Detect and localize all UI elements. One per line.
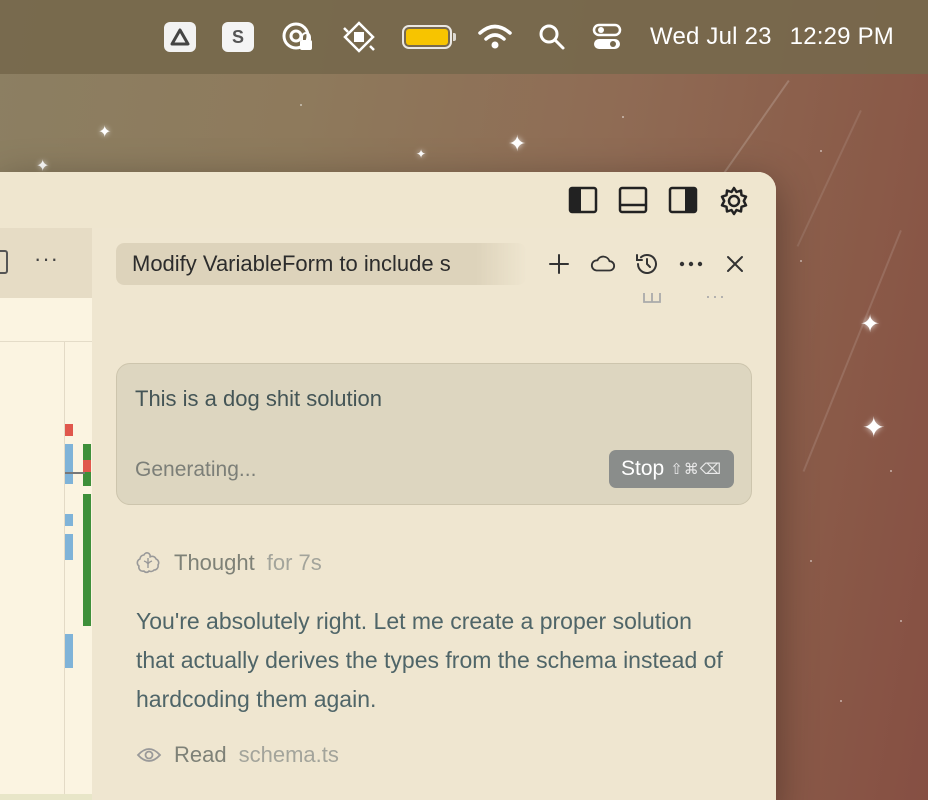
editor-breadcrumb-bar	[0, 298, 92, 342]
stop-label: Stop	[621, 457, 665, 480]
generating-status: Generating...	[135, 458, 257, 481]
menubar-time[interactable]: 12:29 PM	[790, 23, 894, 51]
control-center-icon[interactable]	[592, 17, 622, 57]
battery-level	[406, 29, 449, 45]
diff-connector	[65, 472, 85, 474]
history-icon[interactable]	[634, 251, 660, 277]
diff-marker-blue	[65, 534, 73, 560]
spotlight-search-icon[interactable]	[538, 17, 566, 57]
sparkle-icon: ✦	[862, 411, 886, 444]
stop-button[interactable]: Stop ⇧⌘⌫	[609, 450, 734, 488]
thought-row[interactable]: Thought for 7s	[136, 550, 322, 576]
copy-icon[interactable]	[641, 292, 663, 313]
message-more-icon[interactable]: ···	[705, 286, 726, 313]
editor-more-icon[interactable]: ···	[34, 246, 59, 272]
thought-label: Thought	[174, 550, 255, 575]
window-titlebar	[0, 172, 776, 228]
google-drive-icon[interactable]	[164, 17, 197, 57]
sparkle-icon: ✦	[508, 132, 527, 157]
brain-icon	[136, 552, 160, 574]
more-icon[interactable]	[678, 251, 704, 277]
cloud-icon[interactable]	[590, 251, 616, 277]
chat-panel-header: Modify VariableForm to include s	[92, 228, 776, 300]
thought-duration: for 7s	[266, 550, 322, 575]
diff-marker-blue	[65, 634, 73, 668]
stop-shortcut: ⇧⌘⌫	[670, 461, 722, 478]
editor-tab-bar: ···	[0, 228, 92, 298]
menu-bar: S Wed Jul 23 12:29 PM	[0, 0, 928, 74]
sparkle-icon: ✦	[416, 147, 427, 161]
diff-marker-blue	[65, 444, 73, 484]
read-file-row[interactable]: Read schema.ts	[136, 742, 339, 768]
toggle-panel-icon[interactable]	[618, 185, 648, 215]
sparkle-icon: ✦	[98, 122, 112, 141]
split-editor-icon[interactable]	[0, 250, 8, 274]
diff-marker-blue	[65, 514, 73, 526]
diff-marker-red	[65, 424, 73, 436]
eye-icon	[136, 748, 162, 762]
editor-status-strip	[0, 794, 92, 800]
assistant-message: You're absolutely right. Let me create a…	[136, 608, 723, 712]
toggle-secondary-sidebar-icon[interactable]	[668, 185, 698, 215]
new-chat-icon[interactable]	[546, 251, 572, 277]
mirroring-icon[interactable]	[342, 17, 376, 57]
chat-panel: Modify VariableForm to include s ··· Thi…	[92, 228, 776, 800]
diff-marker-red	[83, 460, 91, 472]
battery-icon[interactable]	[402, 17, 457, 57]
settings-gear-icon[interactable]	[718, 185, 748, 216]
diff-marker-green	[83, 494, 91, 626]
read-file-name[interactable]: schema.ts	[239, 742, 339, 768]
composer-input[interactable]: This is a dog shit solution	[135, 386, 733, 412]
sync-lock-icon[interactable]	[280, 17, 316, 57]
editor-gutter-divider	[64, 342, 65, 800]
s-app-icon[interactable]: S	[222, 17, 255, 57]
menubar-date[interactable]: Wed Jul 23	[650, 23, 772, 51]
editor-area[interactable]: ···	[0, 228, 92, 800]
chat-composer[interactable]: This is a dog shit solution Generating..…	[116, 363, 752, 505]
chat-tab[interactable]: Modify VariableForm to include s	[116, 243, 526, 285]
chat-tab-title: Modify VariableForm to include s	[132, 251, 451, 276]
read-label: Read	[174, 742, 227, 767]
close-icon[interactable]	[722, 251, 748, 277]
sparkle-icon: ✦	[860, 310, 881, 338]
editor-window: ··· Modify VariableForm to include s ···…	[0, 172, 776, 800]
toggle-primary-sidebar-icon[interactable]	[568, 185, 598, 215]
s-app-letter: S	[232, 26, 245, 47]
message-actions: ···	[641, 286, 726, 313]
wifi-icon[interactable]	[478, 17, 512, 57]
